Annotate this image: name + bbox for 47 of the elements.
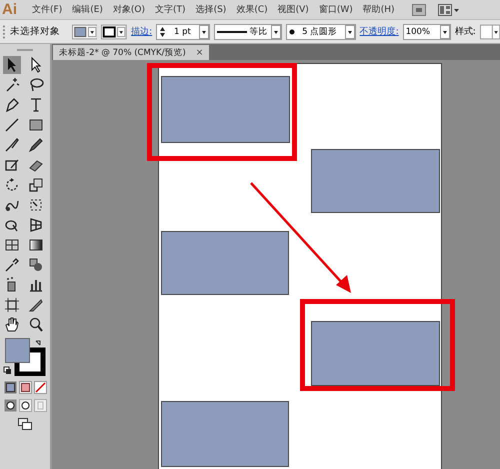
menu-item[interactable]: 文字(T) [150, 3, 191, 16]
draw-behind-icon[interactable] [18, 399, 32, 412]
dot-icon [288, 28, 295, 34]
zoom-icon[interactable] [27, 316, 45, 334]
app-logo: Ai [2, 1, 17, 18]
blend-icon[interactable] [27, 256, 45, 274]
brush-dropdown[interactable]: 5 点圆形 [286, 24, 356, 40]
stroke-weight-field[interactable]: 1 pt [156, 24, 210, 40]
eyedropper-icon[interactable] [3, 256, 21, 274]
stroke-swatch-dropdown[interactable] [101, 24, 128, 40]
line-segment-icon[interactable] [3, 116, 21, 134]
menu-item[interactable]: 文件(F) [27, 3, 68, 16]
stroke-profile-dropdown[interactable]: 等比 [214, 24, 282, 40]
menu-item[interactable]: 对象(O) [108, 3, 150, 16]
menu-item[interactable]: 编辑(E) [67, 3, 108, 16]
style-dropdown[interactable] [480, 24, 500, 40]
draw-normal-icon[interactable] [4, 399, 16, 412]
pencil-icon[interactable] [27, 136, 45, 154]
tab-title: 未标题-2* @ 70% (CMYK/预览) [59, 46, 186, 58]
paintbrush-icon[interactable] [3, 136, 21, 154]
selection-status: 未选择对象 [10, 25, 60, 38]
opacity-field[interactable]: 100% [402, 24, 451, 40]
fill-swatch-dropdown[interactable] [72, 24, 98, 40]
gradient-mode-icon[interactable] [18, 381, 32, 394]
hand-icon[interactable] [3, 316, 21, 334]
opacity-link[interactable]: 不透明度: [360, 25, 399, 38]
stroke-link[interactable]: 描边: [131, 25, 152, 38]
artboard-icon[interactable] [3, 296, 21, 314]
fill-stroke-swatches-drawing[interactable] [3, 338, 47, 376]
scale-icon[interactable] [27, 176, 45, 194]
grip-icon [3, 24, 6, 40]
screen-mode-icon[interactable] [18, 418, 32, 430]
arrange-documents-icon[interactable] [438, 4, 460, 16]
menu-item[interactable]: 效果(C) [231, 3, 273, 16]
style-label: 样式: [454, 26, 476, 38]
none-mode-icon[interactable] [34, 381, 46, 394]
close-button[interactable]: × [196, 48, 204, 58]
menu-item[interactable]: 窗口(W) [314, 3, 358, 16]
grip-icon [17, 48, 33, 52]
line-icon [216, 28, 247, 34]
menu-item[interactable]: 选择(S) [190, 3, 232, 16]
document-tab[interactable]: 未标题-2* @ 70% (CMYK/预览) × [53, 45, 210, 60]
color-mode-icon[interactable] [4, 381, 16, 394]
menu-item[interactable]: 视图(V) [272, 3, 314, 16]
pen-icon[interactable] [3, 96, 21, 114]
spinner-icon [159, 24, 166, 38]
menu-item[interactable]: 帮助(H) [358, 3, 400, 16]
